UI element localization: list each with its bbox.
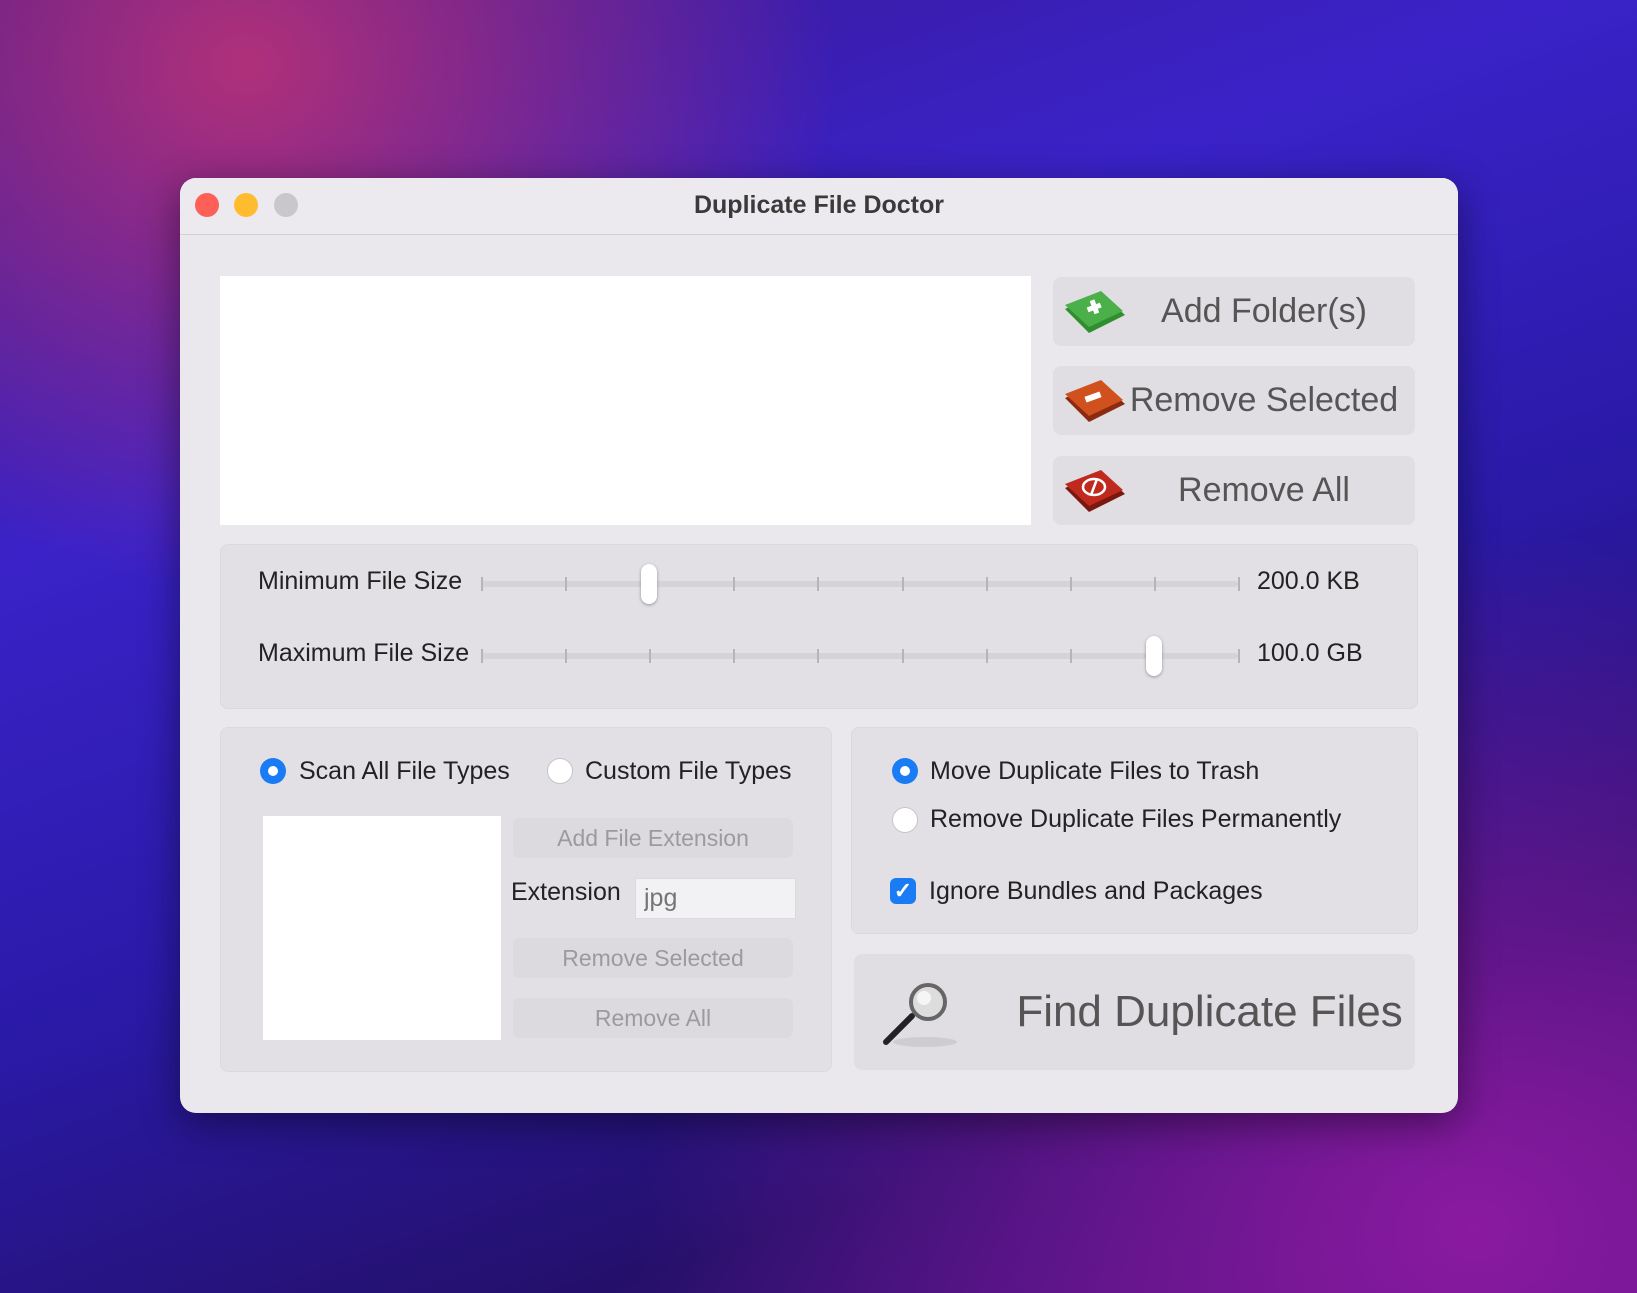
remove-permanently-radio[interactable] — [892, 807, 918, 833]
action-options-panel: Move Duplicate Files to Trash Remove Dup… — [851, 727, 1418, 934]
add-folders-button[interactable]: Add Folder(s) — [1053, 277, 1415, 346]
min-size-slider-thumb[interactable] — [641, 564, 658, 604]
slider-tick — [1069, 577, 1072, 591]
slider-tick — [565, 649, 568, 663]
move-to-trash-label: Move Duplicate Files to Trash — [930, 757, 1260, 785]
remove-selected-extension-button[interactable]: Remove Selected — [513, 938, 793, 978]
slider-tick — [733, 577, 736, 591]
file-size-panel: Minimum File Size 200.0 KB Maximum File … — [220, 544, 1418, 709]
find-duplicates-button[interactable]: Find Duplicate Files — [854, 954, 1415, 1070]
scan-all-types-radio[interactable] — [260, 758, 286, 784]
add-file-extension-button[interactable]: Add File Extension — [513, 818, 793, 858]
max-size-value: 100.0 GB — [1257, 639, 1363, 667]
scan-all-types-label: Scan All File Types — [299, 757, 510, 785]
red-folder-prohibit-icon — [1065, 470, 1125, 512]
max-size-label: Maximum File Size — [258, 639, 470, 667]
slider-tick — [481, 577, 483, 591]
slider-tick — [565, 577, 568, 591]
slider-tick — [733, 649, 736, 663]
app-window: Duplicate File Doctor Add Folder(s) Remo… — [180, 178, 1458, 1113]
window-title: Duplicate File Doctor — [693, 191, 945, 219]
min-size-value: 200.0 KB — [1257, 567, 1360, 595]
slider-tick — [1238, 577, 1240, 591]
folder-list[interactable] — [220, 276, 1031, 525]
remove-all-folders-button[interactable]: Remove All — [1053, 456, 1415, 525]
remove-permanently-label: Remove Duplicate Files Permanently — [930, 805, 1342, 833]
slider-tick — [481, 649, 483, 663]
extension-input[interactable] — [635, 878, 796, 919]
max-size-slider[interactable] — [481, 636, 1240, 676]
magnifying-glass-icon — [883, 983, 957, 1047]
move-to-trash-radio[interactable] — [892, 758, 918, 784]
extension-label: Extension — [511, 878, 621, 906]
remove-all-extensions-button[interactable]: Remove All — [513, 998, 793, 1038]
custom-types-radio[interactable] — [547, 758, 573, 784]
min-size-label: Minimum File Size — [258, 567, 463, 595]
min-size-slider[interactable] — [481, 564, 1240, 604]
slider-tick — [817, 649, 820, 663]
custom-types-label: Custom File Types — [585, 757, 792, 785]
title-bar: Duplicate File Doctor — [180, 178, 1458, 235]
max-size-slider-thumb[interactable] — [1145, 636, 1162, 676]
slider-tick — [1069, 649, 1072, 663]
ignore-bundles-checkbox[interactable]: ✓ — [890, 878, 916, 904]
slider-tick — [901, 649, 904, 663]
red-folder-minus-icon — [1065, 380, 1125, 422]
green-folder-plus-icon — [1065, 291, 1125, 333]
extension-list[interactable] — [263, 816, 501, 1040]
slider-tick — [649, 649, 652, 663]
slider-tick — [985, 577, 988, 591]
checkmark-icon: ✓ — [893, 878, 913, 903]
remove-selected-folders-button[interactable]: Remove Selected — [1053, 366, 1415, 435]
slider-tick — [1238, 649, 1240, 663]
slider-tick — [817, 577, 820, 591]
slider-tick — [901, 577, 904, 591]
slider-tick — [1153, 577, 1156, 591]
file-types-panel: Scan All File Types Custom File Types Ad… — [220, 727, 832, 1072]
ignore-bundles-label: Ignore Bundles and Packages — [929, 877, 1263, 905]
slider-tick — [985, 649, 988, 663]
